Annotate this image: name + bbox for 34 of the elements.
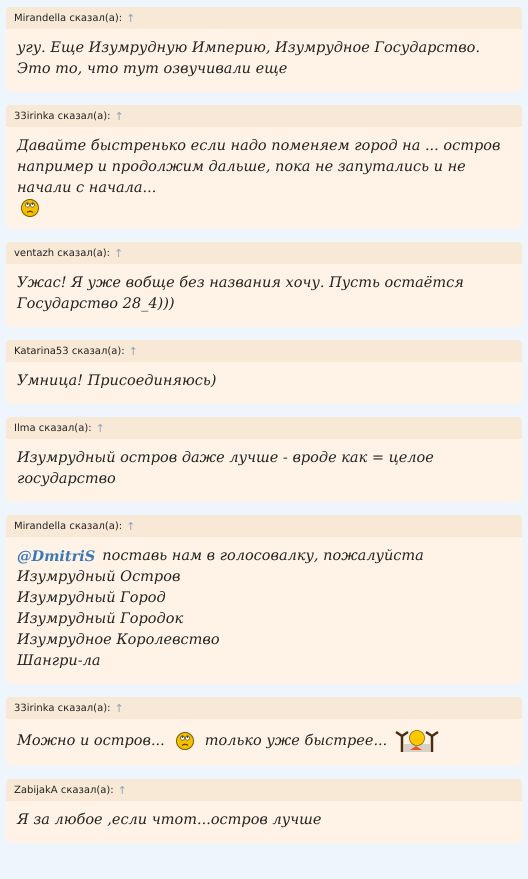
post-text: Ужас! Я уже вобще без названия хочу. Пусть остаётся Государство 28_4))) xyxy=(17,274,465,314)
post-text: Изумрудный Остров xyxy=(17,568,180,587)
jump-to-post-link[interactable]: ↑ xyxy=(126,12,136,25)
post-text: угу. Еще Изумрудную Империю, Изумрудное Государство. Это то, что тут озвучивали еще xyxy=(17,39,482,79)
quote-author: 33irinka сказал(а): xyxy=(14,703,110,714)
worried-face-icon xyxy=(176,732,194,750)
jump-to-post-link[interactable]: ↑ xyxy=(128,345,138,358)
post-text: Шангри-ла xyxy=(17,652,100,671)
post-text: поставь нам в голосовалку, пожалуйста xyxy=(102,547,424,566)
post-text: Умница! Присоединяюсь) xyxy=(17,372,216,391)
jump-to-post-link[interactable]: ↑ xyxy=(96,422,105,435)
jump-to-post-link[interactable]: ↑ xyxy=(114,110,124,123)
post-text: Давайте быстренько если надо поменяем город на ... остров например и продолжим дальше, пока не запутались и не начали с начала... xyxy=(17,137,502,198)
quote-author: Katarina53 сказал(а): xyxy=(14,346,125,357)
post-text: Изумрудный Город xyxy=(17,589,166,608)
jump-to-post-link[interactable]: ↑ xyxy=(114,247,124,260)
worried-face-icon xyxy=(21,199,39,217)
quote-author: Ilma сказал(а): xyxy=(14,423,92,434)
quote-author: Mirandella сказал(а): xyxy=(14,13,122,24)
post-text: Изумрудный остров даже лучше - вроде как = целое государство xyxy=(17,449,435,489)
post-text: Изумрудный Городок xyxy=(17,610,184,629)
quote-author: Mirandella сказал(а): xyxy=(14,521,122,532)
jump-to-post-link[interactable]: ↑ xyxy=(126,520,136,533)
jump-to-post-link[interactable]: ↑ xyxy=(114,702,124,715)
post-text: Я за любое ,если чтот...остров лучше xyxy=(17,811,322,830)
post-text: только уже быстрее... xyxy=(204,732,388,750)
quote-author: ventazh сказал(а): xyxy=(14,248,110,259)
quote-author: 33irinka сказал(а): xyxy=(14,111,110,122)
post-text: Можно и остров... xyxy=(17,732,165,750)
quote-author: ZabijakA сказал(а): xyxy=(14,785,114,796)
user-mention-link[interactable]: @DmitriS xyxy=(17,546,96,567)
jump-to-post-link[interactable]: ↑ xyxy=(118,784,127,797)
cheering-smiley-icon xyxy=(394,728,440,754)
post-text: Изумрудное Королевство xyxy=(17,631,220,650)
